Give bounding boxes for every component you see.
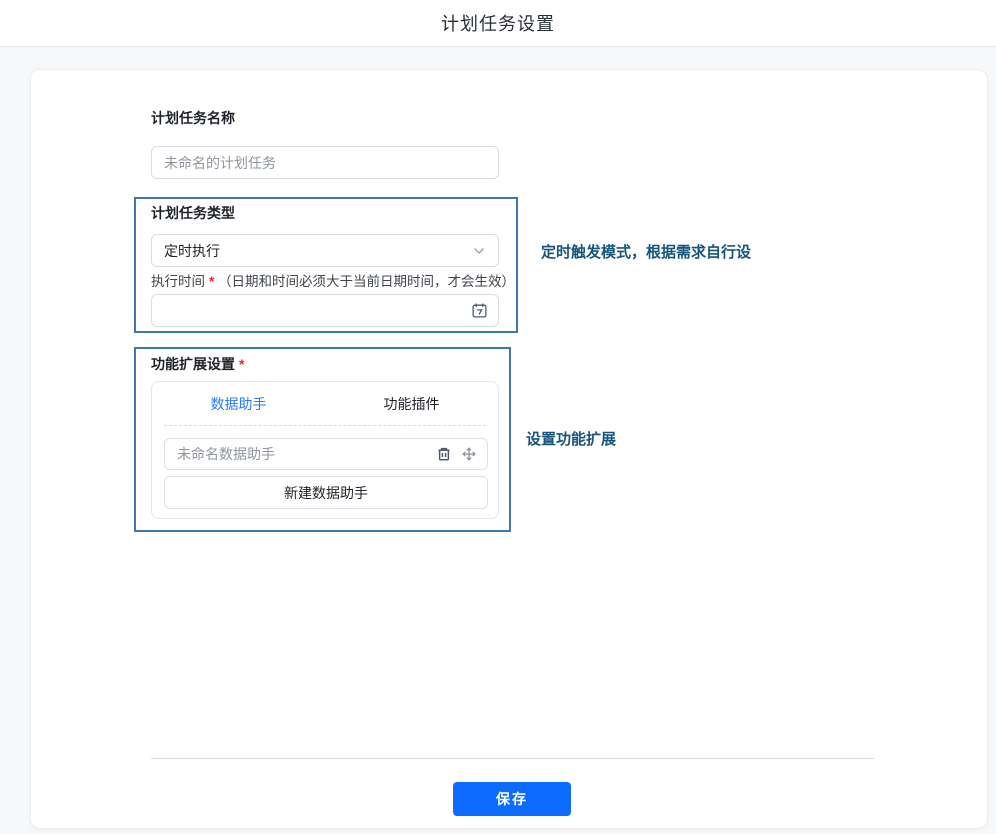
extension-label: 功能扩展设置* bbox=[151, 354, 244, 374]
task-type-label: 计划任务类型 bbox=[151, 203, 235, 223]
chevron-down-icon bbox=[472, 244, 486, 258]
task-type-selected-value: 定时执行 bbox=[164, 241, 220, 261]
exec-time-input[interactable] bbox=[164, 303, 471, 319]
required-mark: * bbox=[209, 274, 214, 289]
page-title: 计划任务设置 bbox=[441, 10, 555, 36]
page-header: 计划任务设置 bbox=[0, 0, 996, 47]
annotation-extension-note: 设置功能扩展 bbox=[526, 429, 616, 451]
tabs-divider bbox=[164, 425, 486, 426]
tab-data-assistant[interactable]: 数据助手 bbox=[152, 394, 325, 414]
tab-function-plugin[interactable]: 功能插件 bbox=[325, 394, 498, 414]
settings-card: 计划任务名称 计划任务类型 定时执行 执行时间 * （日期和时间必须大于当前日期时… bbox=[30, 69, 988, 829]
assistant-item-row bbox=[164, 438, 488, 470]
extension-label-text: 功能扩展设置 bbox=[151, 356, 235, 372]
annotation-timer-note: 定时触发模式，根据需求自行设 bbox=[541, 242, 751, 264]
task-type-select[interactable]: 定时执行 bbox=[151, 234, 499, 267]
task-name-input[interactable] bbox=[151, 146, 499, 179]
move-handle-icon[interactable] bbox=[461, 446, 477, 462]
exec-time-picker[interactable] bbox=[151, 294, 499, 327]
task-name-label: 计划任务名称 bbox=[151, 108, 235, 128]
exec-time-label: 执行时间 * （日期和时间必须大于当前日期时间，才会生效） bbox=[151, 270, 515, 290]
trash-icon[interactable] bbox=[436, 446, 452, 462]
add-assistant-button[interactable]: 新建数据助手 bbox=[164, 476, 488, 509]
extension-panel: 数据助手 功能插件 bbox=[151, 381, 499, 519]
required-mark: * bbox=[239, 356, 244, 372]
extension-tabs: 数据助手 功能插件 bbox=[152, 382, 498, 425]
assistant-name-input[interactable] bbox=[177, 446, 427, 462]
save-button[interactable]: 保存 bbox=[453, 782, 571, 816]
exec-time-hint: （日期和时间必须大于当前日期时间，才会生效） bbox=[218, 274, 515, 289]
footer-divider bbox=[151, 758, 874, 759]
exec-time-label-text: 执行时间 bbox=[151, 274, 205, 289]
calendar-icon[interactable] bbox=[471, 302, 488, 319]
